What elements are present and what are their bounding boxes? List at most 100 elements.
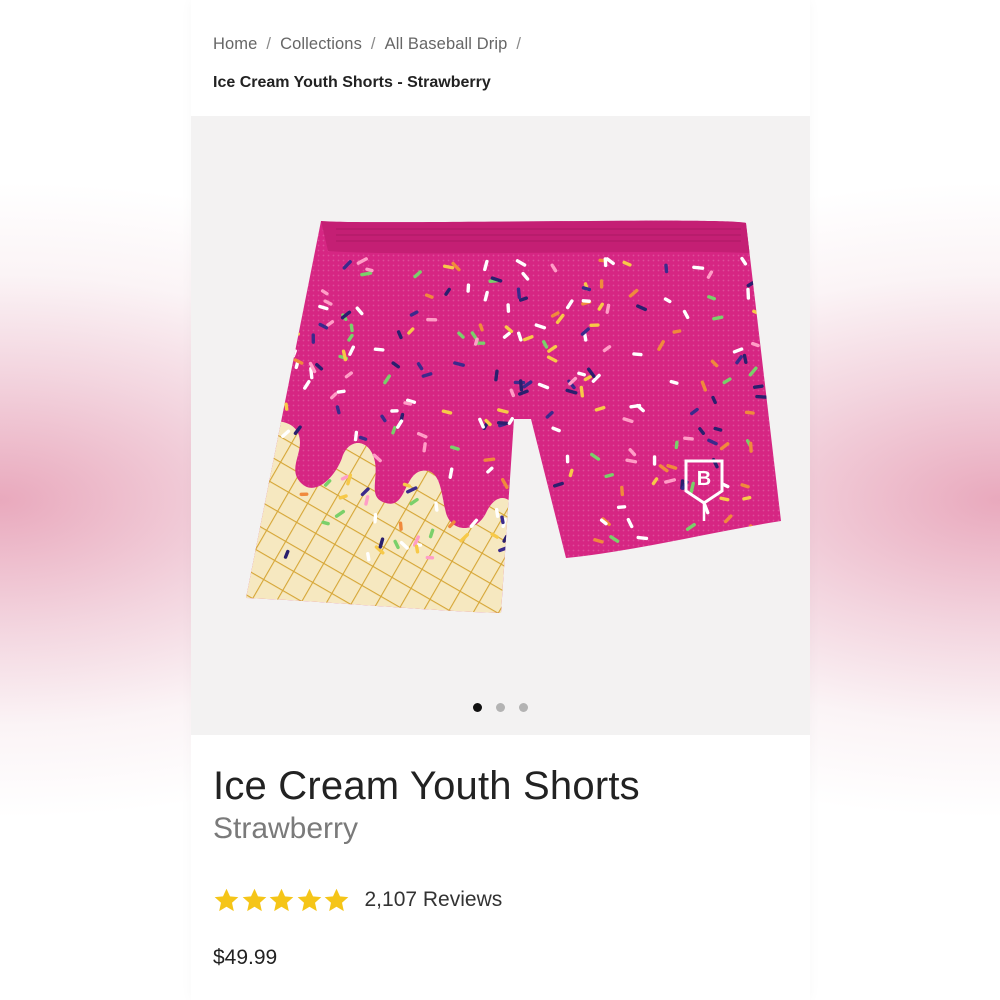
sprinkle	[518, 296, 528, 302]
sprinkle	[434, 501, 439, 512]
sprinkle	[713, 426, 723, 432]
star-icon	[269, 888, 294, 911]
product-rating[interactable]: 2,107 Reviews	[213, 884, 502, 916]
sprinkle	[689, 481, 695, 494]
carousel-dot-3[interactable]	[519, 703, 528, 712]
sprinkle	[579, 385, 585, 398]
sprinkle	[516, 467, 527, 476]
svg-text:B: B	[697, 468, 711, 490]
breadcrumb-separator: /	[516, 35, 522, 53]
sprinkle	[751, 341, 760, 348]
sprinkle	[707, 295, 716, 301]
sprinkle	[320, 289, 329, 296]
star-icon	[242, 888, 266, 911]
sprinkle	[494, 507, 500, 518]
sprinkle	[577, 371, 586, 377]
sprinkle	[338, 494, 348, 500]
sprinkle	[511, 502, 518, 515]
sprinkle	[441, 409, 453, 415]
sprinkle	[518, 379, 524, 392]
product-image-gallery[interactable]: B	[191, 116, 810, 735]
sprinkle	[512, 473, 522, 485]
sprinkle	[742, 495, 752, 501]
sprinkle	[749, 524, 757, 532]
sprinkle	[507, 416, 514, 425]
sprinkle	[632, 352, 643, 357]
sprinkle	[516, 331, 523, 342]
reviews-link[interactable]: 2,107 Reviews	[365, 888, 503, 912]
sprinkle	[669, 379, 679, 385]
breadcrumb: Home / Collections / All Baseball Drip /	[213, 35, 530, 54]
sprinkle	[421, 372, 433, 378]
sprinkle	[284, 402, 289, 411]
product-title: Ice Cream Youth Shorts	[213, 764, 640, 808]
sprinkle	[340, 474, 349, 481]
sprinkle	[622, 260, 632, 267]
sprinkle	[373, 513, 378, 524]
sprinkle	[378, 537, 385, 549]
breadcrumb-collections[interactable]: Collections	[280, 35, 362, 53]
sprinkle	[712, 315, 724, 321]
sprinkle	[358, 435, 368, 441]
product-variant: Strawberry	[213, 812, 359, 845]
breadcrumb-all-baseball-drip[interactable]: All Baseball Drip	[385, 35, 508, 53]
sprinkle	[509, 388, 516, 398]
sprinkle	[291, 349, 297, 358]
star-icon	[214, 888, 239, 911]
sprinkle	[283, 549, 290, 559]
sprinkle	[424, 293, 434, 299]
sprinkle	[428, 528, 435, 539]
carousel-dot-2[interactable]	[496, 703, 505, 712]
sprinkle	[711, 395, 717, 405]
sprinkle	[744, 410, 755, 415]
sprinkle	[552, 481, 564, 488]
sprinkle	[629, 403, 642, 409]
sprinkle	[478, 323, 484, 332]
sprinkle	[502, 534, 509, 543]
sprinkle	[542, 553, 550, 565]
sprinkle	[525, 527, 535, 532]
product-image[interactable]: B	[246, 213, 786, 623]
sprinkle	[568, 468, 574, 478]
sprinkle	[541, 509, 551, 519]
sprinkle	[366, 551, 371, 562]
sprinkle	[321, 520, 330, 526]
sprinkle	[398, 521, 403, 531]
sprinkle	[537, 505, 546, 512]
sprinkle	[349, 323, 354, 333]
sprinkle	[620, 485, 625, 497]
product-price: $49.99	[213, 946, 278, 969]
sprinkle	[753, 551, 761, 559]
sprinkle	[364, 495, 370, 506]
sprinkle	[622, 417, 634, 424]
breadcrumb-home[interactable]: Home	[213, 35, 257, 53]
sprinkle	[581, 286, 592, 292]
sprinkle	[709, 540, 717, 553]
sprinkle	[687, 542, 694, 553]
sprinkle	[755, 394, 768, 399]
sprinkle	[318, 304, 329, 311]
sprinkle	[346, 473, 353, 486]
sprinkle	[497, 408, 509, 414]
sprinkle	[309, 367, 314, 380]
sprinkle	[583, 332, 588, 342]
sprinkle	[636, 535, 649, 541]
sprinkle	[692, 265, 705, 270]
sprinkle	[380, 414, 387, 423]
sprinkle	[604, 473, 614, 479]
sprinkle	[422, 442, 427, 453]
sprinkle	[519, 424, 529, 431]
sprinkle	[677, 551, 686, 560]
carousel-dots	[191, 699, 810, 717]
sprinkle	[365, 267, 374, 273]
sprinkle	[353, 430, 359, 442]
sprinkle	[291, 302, 300, 313]
sprinkle	[500, 515, 505, 525]
sprinkle	[666, 464, 678, 470]
sprinkle	[594, 405, 606, 412]
sprinkle	[286, 358, 294, 366]
sprinkle	[442, 264, 455, 270]
carousel-dot-1[interactable]	[473, 703, 482, 712]
sprinkle	[494, 369, 499, 382]
breadcrumb-separator: /	[266, 35, 272, 53]
